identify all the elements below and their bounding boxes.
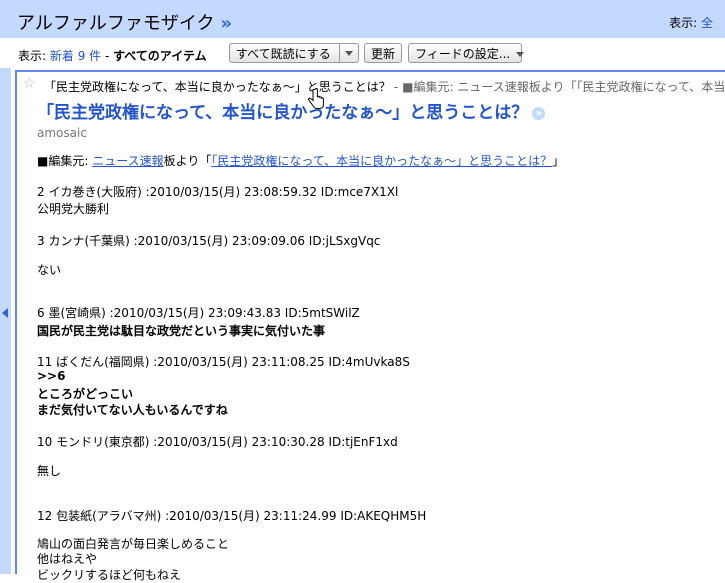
view-mode-all-link[interactable]: 全 <box>701 16 713 30</box>
source-thread-link[interactable]: 「民主党政権になって、本当に良かったなぁ～」と思うことは？ <box>211 154 552 168</box>
post-body: ない <box>37 263 62 277</box>
feed-header: アルファルファモザイク » 表示: 全 <box>0 0 725 38</box>
post-body: 国民が民主党は駄目な政党だという事実に気付いた事 <box>37 324 326 338</box>
feed-title-chevron-icon[interactable]: » <box>220 13 232 34</box>
feed-settings-button[interactable]: フィードの設定... <box>408 43 525 63</box>
post-header: 10 モンドリ(東京都) :2010/03/15(月) 23:10:30.28 … <box>37 435 398 449</box>
source-suffix: 」 <box>552 154 565 168</box>
navigation-collapse-bar[interactable] <box>0 68 11 574</box>
post-header: 11 ばくだん(福岡県) :2010/03/15(月) 23:11:08.25 … <box>37 355 410 369</box>
post-header: 3 カンナ(千葉県) :2010/03/15(月) 23:09:09.06 ID… <box>37 234 381 248</box>
entry-expanded: ☆ 「民主党政権になって、本当に良かったなぁ～」と思うことは？ - ■編集元: … <box>15 70 725 582</box>
entry-source: ■編集元: ニュース速報板より「「民主党政権になって、本当に良かったなぁ～」と思… <box>37 152 564 169</box>
source-prefix: ■編集元: <box>37 154 93 168</box>
post-body: まだ気付いてない人もいるんですね <box>37 403 228 417</box>
collapse-left-arrow-icon[interactable] <box>2 308 8 318</box>
filter-label: 表示: <box>18 49 47 63</box>
feed-settings-label: フィードの設定... <box>415 47 511 61</box>
source-board-link[interactable]: ニュース速報 <box>92 154 163 168</box>
post-body: 無し <box>37 464 62 478</box>
entry-content: 「民主党政権になって、本当に良かったなぁ～」と思うことは？ » amosaic <box>37 102 717 140</box>
post-body: >>6 <box>37 369 66 383</box>
post-body: ビックリするほど何もねえ <box>37 568 182 582</box>
entry-title[interactable]: 「民主党政権になって、本当に良かったなぁ～」と思うことは？ » <box>37 102 717 124</box>
post-header: 6 墨(宮崎県) :2010/03/15(月) 23:09:43.83 ID:5… <box>37 306 360 320</box>
view-mode-label: 表示: <box>669 16 698 30</box>
mark-all-read-button[interactable]: すべて既読にする <box>229 43 359 63</box>
feed-title-text[interactable]: アルファルファモザイク <box>17 13 214 34</box>
source-middle: 板より「 <box>163 154 212 168</box>
entry-collapsed-snippet: - ■編集元: ニュース速報板より「「民主党政権になって、本当 <box>394 80 725 94</box>
entry-title-text[interactable]: 「民主党政権になって、本当に良かったなぁ～」と思うことは？ <box>37 103 528 123</box>
chevron-down-icon <box>345 51 353 56</box>
entry-collapsed-title[interactable]: 「民主党政権になって、本当に良かったなぁ～」と思うことは？ <box>44 78 391 95</box>
filter-new-items-link[interactable]: 新着 9 件 <box>50 49 101 63</box>
chevron-down-icon <box>516 52 525 57</box>
post-body: 公明党大勝利 <box>37 202 110 216</box>
refresh-button[interactable]: 更新 <box>364 43 402 63</box>
entry-open-icon[interactable]: » <box>532 106 546 120</box>
entry-collapsed-header[interactable]: ☆ 「民主党政権になって、本当に良かったなぁ～」と思うことは？ - ■編集元: … <box>17 72 725 98</box>
entry-author: amosaic <box>37 126 87 140</box>
view-mode: 表示: 全 <box>669 14 713 31</box>
post-body: 他はねえや <box>37 552 98 566</box>
filter-bar: 表示: 新着 9 件 - すべてのアイテム <box>18 47 207 64</box>
feed-title[interactable]: アルファルファモザイク » <box>17 9 232 35</box>
filter-separator: - <box>101 49 114 63</box>
star-icon[interactable]: ☆ <box>23 76 36 92</box>
toolbar: 表示: 新着 9 件 - すべてのアイテム すべて既読にする 更新 フィードの設… <box>0 38 725 68</box>
post-body: ところがどっこい <box>37 387 134 401</box>
post-header: 2 イカ巻き(大阪府) :2010/03/15(月) 23:08:59.32 I… <box>37 185 399 199</box>
post-header: 12 包装紙(アラバマ州) :2010/03/15(月) 23:11:24.99… <box>37 509 427 523</box>
filter-all-items[interactable]: すべてのアイテム <box>113 49 206 63</box>
mark-all-read-menu-button[interactable] <box>339 44 358 62</box>
mark-all-read-label: すべて既読にする <box>236 47 331 61</box>
